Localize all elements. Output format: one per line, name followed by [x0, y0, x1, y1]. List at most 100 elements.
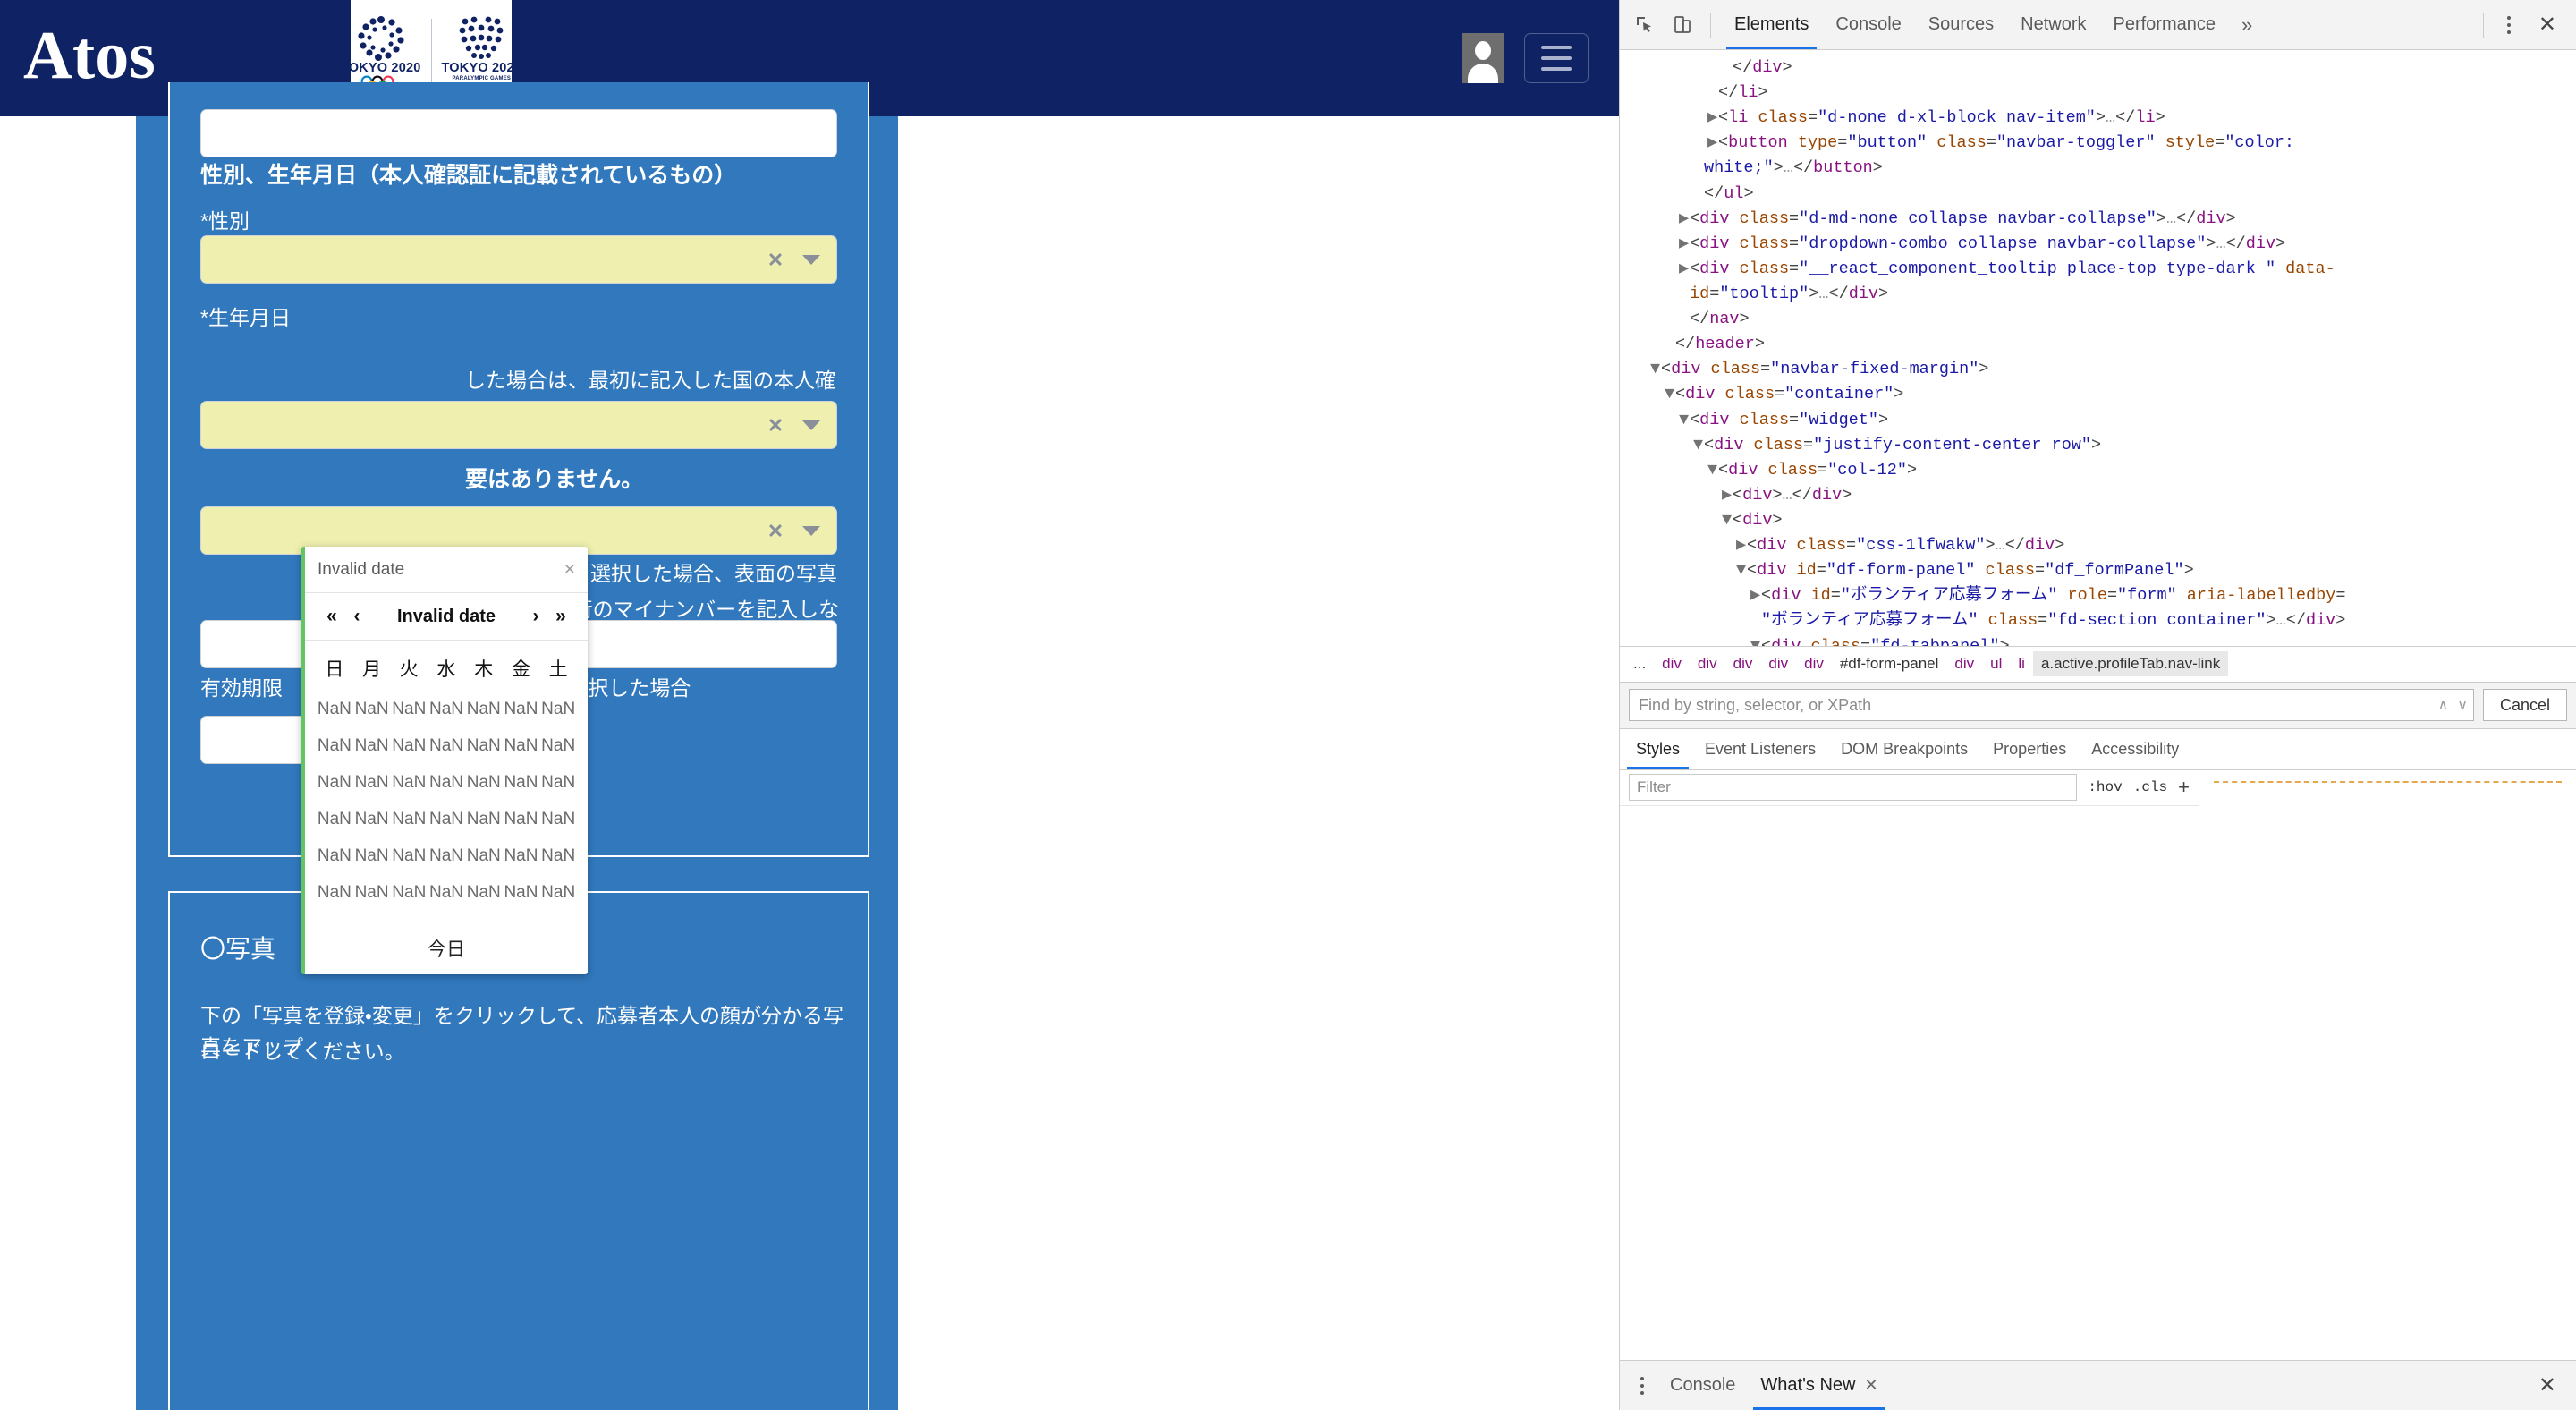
datepicker-day-cell[interactable]: NaN: [539, 727, 577, 764]
clear-icon[interactable]: [767, 252, 783, 268]
dom-node-line[interactable]: ▼<div class="justify-content-center row"…: [1620, 433, 2576, 458]
dom-node-line[interactable]: ▼<div>: [1620, 508, 2576, 533]
datepicker-day-cell[interactable]: NaN: [539, 764, 577, 801]
datepicker-today-button[interactable]: 今日: [305, 922, 588, 974]
breadcrumb-item[interactable]: a.active.profileTab.nav-link: [2032, 651, 2229, 676]
filter-input-wrapper[interactable]: [1629, 774, 2078, 801]
close-icon[interactable]: ✕: [2526, 1372, 2569, 1398]
sidebar-tab-accessibility[interactable]: Accessibility: [2079, 729, 2191, 769]
datepicker-day-cell[interactable]: NaN: [465, 874, 503, 911]
breadcrumb-item[interactable]: li: [2010, 651, 2033, 676]
prev-month-button[interactable]: ‹: [344, 606, 369, 627]
datepicker-input-row[interactable]: Invalid date ×: [305, 547, 588, 593]
datepicker-day-cell[interactable]: NaN: [503, 764, 540, 801]
breadcrumb-item[interactable]: #df-form-panel: [1832, 651, 1947, 676]
breadcrumb-item[interactable]: div: [1760, 651, 1796, 676]
datepicker-day-cell[interactable]: NaN: [353, 801, 391, 837]
datepicker-day-cell[interactable]: NaN: [503, 837, 540, 874]
dom-node-line[interactable]: ▼<div class="fd-tabpanel">: [1620, 634, 2576, 646]
chevron-down-icon[interactable]: ∨: [2457, 696, 2468, 714]
datepicker-day-cell[interactable]: NaN: [316, 691, 353, 727]
datepicker-day-cell[interactable]: NaN: [390, 874, 428, 911]
dom-node-line[interactable]: ▼<div class="navbar-fixed-margin">: [1620, 357, 2576, 382]
dom-node-line[interactable]: ▶<div class="css-1lfwakw">…</div>: [1620, 533, 2576, 558]
more-tabs-button[interactable]: »: [2231, 13, 2263, 37]
cls-toggle[interactable]: .cls: [2133, 779, 2167, 795]
datepicker-day-cell[interactable]: NaN: [503, 801, 540, 837]
datepicker-day-cell[interactable]: NaN: [428, 727, 465, 764]
datepicker-day-cell[interactable]: NaN: [503, 874, 540, 911]
datepicker-day-cell[interactable]: NaN: [390, 837, 428, 874]
datepicker-day-cell[interactable]: NaN: [353, 727, 391, 764]
datepicker-day-cell[interactable]: NaN: [428, 801, 465, 837]
datepicker-day-cell[interactable]: NaN: [503, 691, 540, 727]
chevron-down-icon[interactable]: [802, 420, 820, 430]
datepicker-day-cell[interactable]: NaN: [428, 837, 465, 874]
datepicker-day-cell[interactable]: NaN: [428, 874, 465, 911]
tab-performance[interactable]: Performance: [2100, 1, 2230, 49]
breadcrumb-item[interactable]: ...: [1625, 651, 1654, 676]
drawer-tab-what-s-new[interactable]: What's New ✕: [1748, 1362, 1890, 1410]
dom-node-line[interactable]: ▶<div id="ボランティア応募フォーム" role="form" aria…: [1620, 583, 2576, 608]
sidebar-tab-event-listeners[interactable]: Event Listeners: [1692, 729, 1828, 769]
datepicker-day-cell[interactable]: NaN: [390, 764, 428, 801]
datepicker-day-cell[interactable]: NaN: [316, 801, 353, 837]
next-year-button[interactable]: »: [548, 606, 573, 627]
dom-node-line[interactable]: </nav>: [1620, 307, 2576, 332]
datepicker-day-cell[interactable]: NaN: [353, 691, 391, 727]
dom-node-line[interactable]: </header>: [1620, 332, 2576, 357]
datepicker-day-cell[interactable]: NaN: [353, 837, 391, 874]
chevron-down-icon[interactable]: [802, 254, 820, 265]
close-icon[interactable]: ×: [564, 560, 575, 579]
dom-node-line[interactable]: id="tooltip">…</div>: [1620, 282, 2576, 307]
prev-year-button[interactable]: «: [319, 606, 344, 627]
dom-node-line[interactable]: ▼<div class="col-12">: [1620, 458, 2576, 483]
tab-sources[interactable]: Sources: [1915, 1, 2007, 49]
drawer-tab-console[interactable]: Console: [1657, 1362, 1748, 1410]
clear-icon[interactable]: [767, 523, 783, 539]
dom-node-line[interactable]: </ul>: [1620, 182, 2576, 207]
dom-node-line[interactable]: </div>: [1620, 55, 2576, 81]
dom-node-line[interactable]: ▶<li class="d-none d-xl-block nav-item">…: [1620, 106, 2576, 131]
sidebar-tab-properties[interactable]: Properties: [1980, 729, 2079, 769]
sidebar-tab-styles[interactable]: Styles: [1623, 729, 1692, 769]
dom-node-line[interactable]: "ボランティア応募フォーム" class="fd-section contain…: [1620, 608, 2576, 633]
previous-field-input[interactable]: [200, 109, 837, 157]
datepicker-day-cell[interactable]: NaN: [539, 874, 577, 911]
datepicker-day-cell[interactable]: NaN: [390, 691, 428, 727]
tab-console[interactable]: Console: [1822, 1, 1914, 49]
datepicker-day-cell[interactable]: NaN: [503, 727, 540, 764]
dom-node-line[interactable]: ▶<div class="__react_component_tooltip p…: [1620, 257, 2576, 282]
datepicker-day-cell[interactable]: NaN: [465, 837, 503, 874]
tab-network[interactable]: Network: [2007, 1, 2099, 49]
datepicker-day-cell[interactable]: NaN: [539, 837, 577, 874]
datepicker-input-value[interactable]: Invalid date: [318, 560, 404, 580]
hamburger-menu-icon[interactable]: [1524, 33, 1589, 83]
clear-icon[interactable]: [767, 418, 783, 433]
kebab-menu-icon[interactable]: [2494, 15, 2524, 34]
chevron-down-icon[interactable]: [802, 525, 820, 536]
datepicker-day-cell[interactable]: NaN: [353, 874, 391, 911]
datepicker-day-cell[interactable]: NaN: [465, 691, 503, 727]
datepicker-day-cell[interactable]: NaN: [316, 727, 353, 764]
birthdate-datepicker[interactable]: Invalid date × « ‹ Invalid date › » 日月火水…: [301, 547, 588, 974]
breadcrumb-item[interactable]: div: [1654, 651, 1690, 676]
next-month-button[interactable]: ›: [523, 606, 548, 627]
search-input[interactable]: [1639, 695, 2431, 715]
datepicker-day-cell[interactable]: NaN: [465, 801, 503, 837]
dom-node-line[interactable]: ▶<button type="button" class="navbar-tog…: [1620, 131, 2576, 156]
datepicker-day-cell[interactable]: NaN: [390, 727, 428, 764]
datepicker-day-cell[interactable]: NaN: [316, 874, 353, 911]
datepicker-day-cell[interactable]: NaN: [539, 801, 577, 837]
datepicker-day-cell[interactable]: NaN: [539, 691, 577, 727]
dom-node-line[interactable]: ▶<div class="dropdown-combo collapse nav…: [1620, 232, 2576, 257]
close-icon[interactable]: ✕: [1864, 1376, 1877, 1395]
breadcrumb-item[interactable]: div: [1725, 651, 1761, 676]
filter-input[interactable]: [1637, 778, 2070, 796]
inspect-element-icon[interactable]: [1627, 7, 1663, 43]
dom-node-line[interactable]: white;">…</button>: [1620, 156, 2576, 181]
breadcrumb-item[interactable]: div: [1796, 651, 1832, 676]
dom-node-line[interactable]: </li>: [1620, 81, 2576, 106]
add-rule-button[interactable]: +: [2178, 777, 2190, 797]
datepicker-day-cell[interactable]: NaN: [428, 764, 465, 801]
